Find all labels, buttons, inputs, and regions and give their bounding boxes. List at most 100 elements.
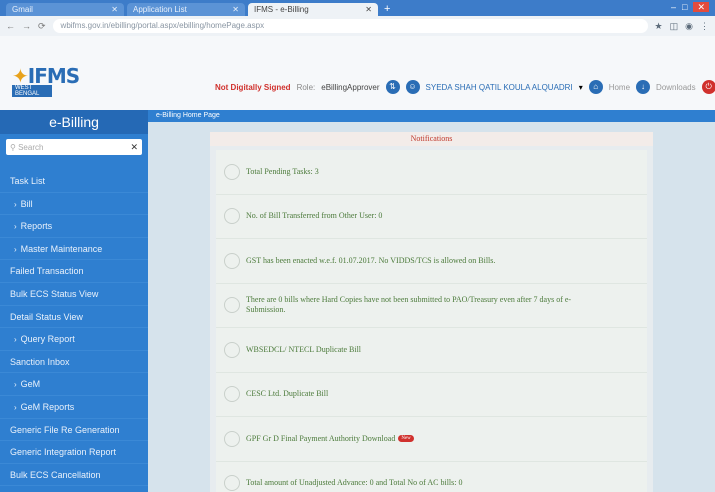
chevron-down-icon[interactable]: ▾ <box>579 83 583 92</box>
maximize-icon[interactable]: □ <box>682 2 693 12</box>
browser-tab-gmail[interactable]: Gmail ✕ <box>6 3 124 16</box>
sidebar-item[interactable]: › GeM Reports <box>0 396 148 419</box>
sidebar-item-label: GeM <box>20 379 41 390</box>
sidebar-item-label: Reports <box>20 221 53 232</box>
breadcrumb: e-Billing Home Page <box>148 110 715 122</box>
tab-label: IFMS - e-Billing <box>254 5 309 14</box>
notification-item[interactable]: WBSEDCL/ NTECL Duplicate Bill <box>216 328 647 373</box>
close-icon[interactable]: ✕ <box>232 3 239 16</box>
sidebar-item[interactable]: › Master Maintenance <box>0 238 148 261</box>
browser-tab-application-list[interactable]: Application List ✕ <box>127 3 245 16</box>
clear-search-icon[interactable]: ✕ <box>130 142 138 153</box>
sidebar-item-label: Query Report <box>20 334 75 345</box>
sidebar-item[interactable]: Generic File Re Generation <box>0 419 148 442</box>
url-field[interactable]: wbifms.gov.in/ebilling/portal.aspx/ebill… <box>52 19 648 33</box>
user-avatar-icon: ☺ <box>405 80 420 94</box>
sidebar-item[interactable]: Bulk ECS Cancellation <box>0 464 148 487</box>
notification-item[interactable]: There are 0 bills where Hard Copies have… <box>216 283 647 328</box>
sidebar-item-label: Bulk ECS Status View <box>10 288 99 299</box>
sidebar-item-label: Master Maintenance <box>20 243 103 254</box>
minimize-icon[interactable]: – <box>671 2 682 12</box>
search-icon: ⚲ <box>10 142 16 152</box>
sidebar-title: e-Billing <box>0 110 148 134</box>
new-badge: New <box>398 435 414 443</box>
sidebar-item[interactable]: Failed Transaction <box>0 260 148 283</box>
switch-role-icon[interactable]: ⇅ <box>385 80 400 94</box>
role-select[interactable]: eBillingApprover <box>321 83 379 92</box>
profile-icon[interactable]: ◉ <box>685 21 693 32</box>
bullet-icon <box>224 475 240 492</box>
bullet-icon <box>224 386 240 403</box>
tab-label: Gmail <box>12 5 33 14</box>
notification-item[interactable]: GST has been enacted w.e.f. 01.07.2017. … <box>216 239 647 284</box>
notification-item[interactable]: GPF Gr D Final Payment Authority Downloa… <box>216 417 647 462</box>
bullet-icon <box>224 163 240 180</box>
role-label: Role: <box>296 82 316 92</box>
sidebar-item[interactable]: Detail Status View <box>0 306 148 329</box>
home-icon[interactable]: ⌂ <box>588 80 603 94</box>
sidebar-item[interactable]: › Bill <box>0 193 148 216</box>
notification-item[interactable]: CESC Ltd. Duplicate Bill <box>216 372 647 417</box>
user-name[interactable]: SYEDA SHAH QATIL KOULA ALQUADRI <box>426 83 573 92</box>
notification-text: Total amount of Unadjusted Advance: 0 an… <box>246 478 463 488</box>
sidebar-menu: Task List › Bill › Reports › Master Maintenanc… <box>0 170 148 487</box>
search-input[interactable]: Search <box>18 143 43 152</box>
chevron-right-icon: › <box>14 402 17 412</box>
chevron-right-icon: › <box>14 222 17 232</box>
app-header: ✦IFMS WEST BENGAL Not Digitally Signed R… <box>0 36 715 110</box>
notifications-list: Total Pending Tasks: 3 No. of Bill Transf… <box>216 150 647 492</box>
browser-tab-ifms[interactable]: IFMS - e-Billing ✕ <box>248 3 378 16</box>
star-icon[interactable]: ★ <box>655 21 663 32</box>
new-tab-icon[interactable]: + <box>384 3 390 16</box>
sidebar-item-label: Task List <box>10 176 46 186</box>
sidebar-item-label: Generic Integration Report <box>10 447 117 458</box>
ifms-logo[interactable]: ✦IFMS WEST BENGAL <box>12 64 80 97</box>
menu-icon[interactable]: ⋮ <box>700 21 709 32</box>
reload-icon[interactable]: ⟳ <box>38 21 46 32</box>
sidebar: e-Billing ⚲ Search ✕ Task List › Bill › Repo… <box>0 110 148 492</box>
sidebar-item-label: Detail Status View <box>10 311 83 322</box>
sidebar-item-label: Generic File Re Generation <box>10 424 120 435</box>
sidebar-item[interactable]: › Query Report <box>0 328 148 351</box>
sidebar-item[interactable]: Task List <box>0 170 148 193</box>
chevron-right-icon: › <box>14 335 17 345</box>
sidebar-item-label: Sanction Inbox <box>10 356 70 367</box>
sidebar-item[interactable]: › Reports <box>0 215 148 238</box>
address-bar: ← → ⟳ wbifms.gov.in/ebilling/portal.aspx… <box>0 16 715 36</box>
sidebar-item-label: Failed Transaction <box>10 266 84 277</box>
chevron-right-icon: › <box>14 244 17 254</box>
back-icon[interactable]: ← <box>6 21 15 31</box>
sidebar-item-label: GeM Reports <box>20 401 75 412</box>
panel-title: Notifications <box>210 132 653 146</box>
notification-text: There are 0 bills where Hard Copies have… <box>246 295 572 315</box>
sidebar-item-label: Bulk ECS Cancellation <box>10 469 101 480</box>
browser-tabbar: Gmail ✕ Application List ✕ IFMS - e-Bill… <box>0 0 715 16</box>
notification-text: GST has been enacted w.e.f. 01.07.2017. … <box>246 255 496 265</box>
download-icon[interactable]: ↓ <box>636 80 651 94</box>
home-link[interactable]: Home <box>609 83 630 92</box>
sidebar-item[interactable]: › GeM <box>0 373 148 396</box>
notification-item[interactable]: Total Pending Tasks: 3 <box>216 150 647 195</box>
sidebar-item-label: Bill <box>20 198 33 209</box>
close-icon[interactable]: ✕ <box>111 3 118 16</box>
bullet-icon <box>224 430 240 447</box>
downloads-link[interactable]: Downloads <box>656 83 696 92</box>
forward-icon[interactable]: → <box>22 21 31 31</box>
header-info: Not Digitally Signed Role: eBillingAppro… <box>215 80 715 94</box>
sidebar-item[interactable]: Sanction Inbox <box>0 351 148 374</box>
sidebar-search[interactable]: ⚲ Search ✕ <box>6 139 142 155</box>
notification-item[interactable]: Total amount of Unadjusted Advance: 0 an… <box>216 461 647 492</box>
window-close-icon[interactable]: ✕ <box>693 2 709 12</box>
chevron-right-icon: › <box>14 199 17 209</box>
bullet-icon <box>224 297 240 314</box>
notification-item[interactable]: No. of Bill Transferred from Other User:… <box>216 194 647 239</box>
notification-text: WBSEDCL/ NTECL Duplicate Bill <box>246 344 362 354</box>
sidebar-item[interactable]: Generic Integration Report <box>0 441 148 464</box>
close-icon[interactable]: ✕ <box>365 3 372 16</box>
logout-icon[interactable]: ⏻ <box>701 80 715 94</box>
notification-text: Total Pending Tasks: 3 <box>246 166 319 176</box>
extension-icon[interactable]: ◫ <box>670 21 679 32</box>
notification-text: CESC Ltd. Duplicate Bill <box>246 389 329 399</box>
sidebar-item[interactable]: Bulk ECS Status View <box>0 283 148 306</box>
bullet-icon <box>224 341 240 358</box>
